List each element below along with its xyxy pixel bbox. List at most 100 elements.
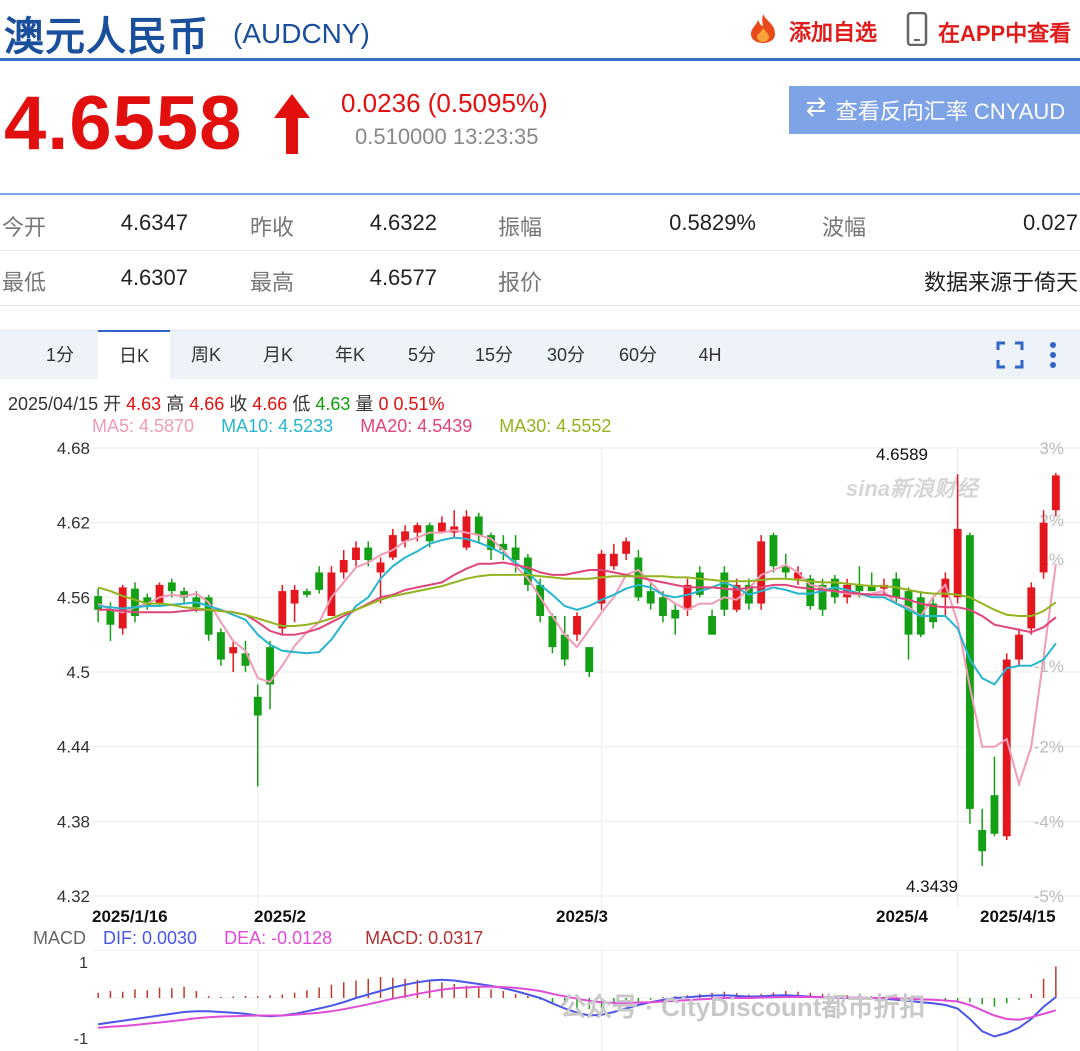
candle-body: [364, 547, 373, 560]
candle-body: [302, 591, 311, 595]
x-tick-label: 2025/2: [254, 907, 306, 926]
last-price: 4.6558: [4, 81, 243, 166]
y-tick-label: 4.38: [57, 812, 90, 831]
pct-tick-label: -5%: [1034, 887, 1064, 906]
candle-body: [622, 541, 631, 554]
y-tick-label: 4.68: [57, 439, 90, 458]
candle-body: [953, 528, 962, 598]
change-pct: 0.51%: [393, 394, 445, 414]
tab-4h[interactable]: 4H: [680, 331, 740, 379]
ohlc-info: 2025/04/15 开 4.63 高 4.66 收 4.66 低 4.63 量…: [8, 390, 445, 416]
quote-divider: [0, 193, 1080, 195]
candle-body: [167, 582, 176, 592]
swap-icon: [804, 96, 828, 124]
candle-body: [352, 547, 360, 560]
candle-body: [155, 584, 164, 604]
candle-body: [253, 696, 262, 716]
y-tick-label: 4.56: [57, 588, 90, 607]
y-tick-label: 4.32: [57, 887, 90, 906]
quote-time: 13:23:35: [452, 124, 539, 149]
min-price-label: 4.3439: [906, 877, 958, 896]
quote-label: 报价: [498, 270, 543, 295]
reverse-rate-label: 查看反向汇率 CNYAUD: [835, 99, 1066, 124]
tab-30min[interactable]: 30分: [536, 331, 596, 379]
x-tick-label: 2025/1/16: [92, 907, 168, 926]
dea-value: DEA: -0.0128: [224, 928, 333, 948]
candle-body: [720, 572, 729, 610]
add-favorite-label: 添加自选: [789, 20, 878, 45]
more-options-icon[interactable]: [1048, 341, 1058, 374]
tab-day-k[interactable]: 日K: [98, 330, 170, 381]
candle-body: [990, 795, 999, 834]
page-title: 澳元人民币: [4, 15, 209, 59]
volume-label: 量: [355, 394, 374, 414]
y-tick-label: 4.44: [57, 738, 90, 757]
sub-value: 0.510000: [355, 124, 447, 149]
up-arrow-icon: [272, 92, 312, 161]
high-value: 4.66: [189, 394, 225, 414]
tab-year-k[interactable]: 年K: [320, 331, 380, 379]
macd-title: MACD: [33, 928, 86, 948]
candle-body: [106, 609, 115, 625]
quote-table: 今开 4.6347 昨收 4.6322 振幅 0.5829% 波幅 0.027 …: [0, 196, 1080, 306]
high-label: 高: [166, 394, 185, 414]
candle-body: [609, 553, 618, 567]
quote-row: 今开 4.6347 昨收 4.6322 振幅 0.5829% 波幅 0.027: [0, 196, 1080, 251]
ma30-value: MA30: 4.5552: [499, 416, 612, 436]
low-value: 4.63: [315, 394, 351, 414]
y-tick-label: 4.62: [57, 514, 90, 533]
candle-body: [511, 547, 520, 560]
quote-value: 4.6347: [120, 210, 188, 235]
low-label: 低: [292, 394, 311, 414]
candle-body: [474, 516, 483, 536]
add-favorite-button[interactable]: 添加自选: [745, 12, 877, 50]
candle-body: [94, 596, 103, 610]
quote-value: 0.027: [1022, 210, 1078, 235]
candle-body: [978, 830, 987, 852]
tab-week-k[interactable]: 周K: [176, 331, 236, 379]
candle-body: [646, 591, 655, 604]
open-in-app-label: 在APP中查看: [938, 21, 1072, 46]
price-sub-info: 0.510000 13:23:35: [355, 124, 539, 150]
candle-body: [671, 609, 680, 619]
symbol-code: (AUDCNY): [233, 18, 370, 49]
candle-body: [229, 647, 238, 654]
ma20-value: MA20: 4.5439: [360, 416, 473, 436]
candle-body: [413, 525, 422, 533]
fullscreen-icon[interactable]: [996, 341, 1024, 374]
tab-month-k[interactable]: 月K: [248, 331, 308, 379]
quote-value: 4.6307: [120, 265, 188, 290]
quote-label: 昨收: [250, 215, 295, 240]
flame-icon: [745, 12, 781, 50]
reverse-rate-button[interactable]: 查看反向汇率 CNYAUD: [789, 86, 1080, 134]
tab-15min[interactable]: 15分: [464, 331, 524, 379]
candle-body: [659, 597, 667, 616]
pct-tick-label: -4%: [1034, 812, 1064, 831]
candle-body: [769, 535, 778, 567]
tab-5min[interactable]: 5分: [392, 331, 452, 379]
quote-value: 0.5829%: [669, 210, 756, 235]
dif-value: DIF: 0.0030: [103, 928, 198, 948]
pct-tick-label: -2%: [1034, 738, 1064, 757]
header-divider: [0, 58, 1080, 61]
kline-chart[interactable]: 4.684.624.564.54.444.384.323%2%1%-1%-2%-…: [0, 436, 1080, 936]
open-in-app-button[interactable]: 在APP中查看: [906, 11, 1072, 52]
candle-body: [1051, 475, 1060, 511]
period-tabs: 1分 日K 周K 月K 年K 5分 15分 30分 60分 4H: [0, 330, 1080, 381]
wechat-watermark: 公众号 · CityDiscount都市折扣: [560, 992, 925, 1022]
close-value: 4.66: [252, 394, 288, 414]
quote-value: 4.6322: [369, 210, 437, 235]
macd-y-tick: -1: [74, 1031, 88, 1048]
pct-tick-label: -1%: [1034, 657, 1064, 676]
candle-body: [339, 560, 348, 573]
quote-label: 波幅: [822, 215, 867, 240]
volume-value: 0: [378, 394, 389, 414]
phone-icon: [906, 11, 928, 52]
candle-body: [585, 647, 594, 672]
tab-60min[interactable]: 60分: [608, 331, 668, 379]
quote-label: 今开: [2, 215, 47, 240]
quote-label: 振幅: [498, 215, 543, 240]
tab-1min[interactable]: 1分: [30, 331, 90, 379]
candle-body: [1015, 634, 1023, 660]
quote-value: 4.6577: [369, 265, 437, 290]
